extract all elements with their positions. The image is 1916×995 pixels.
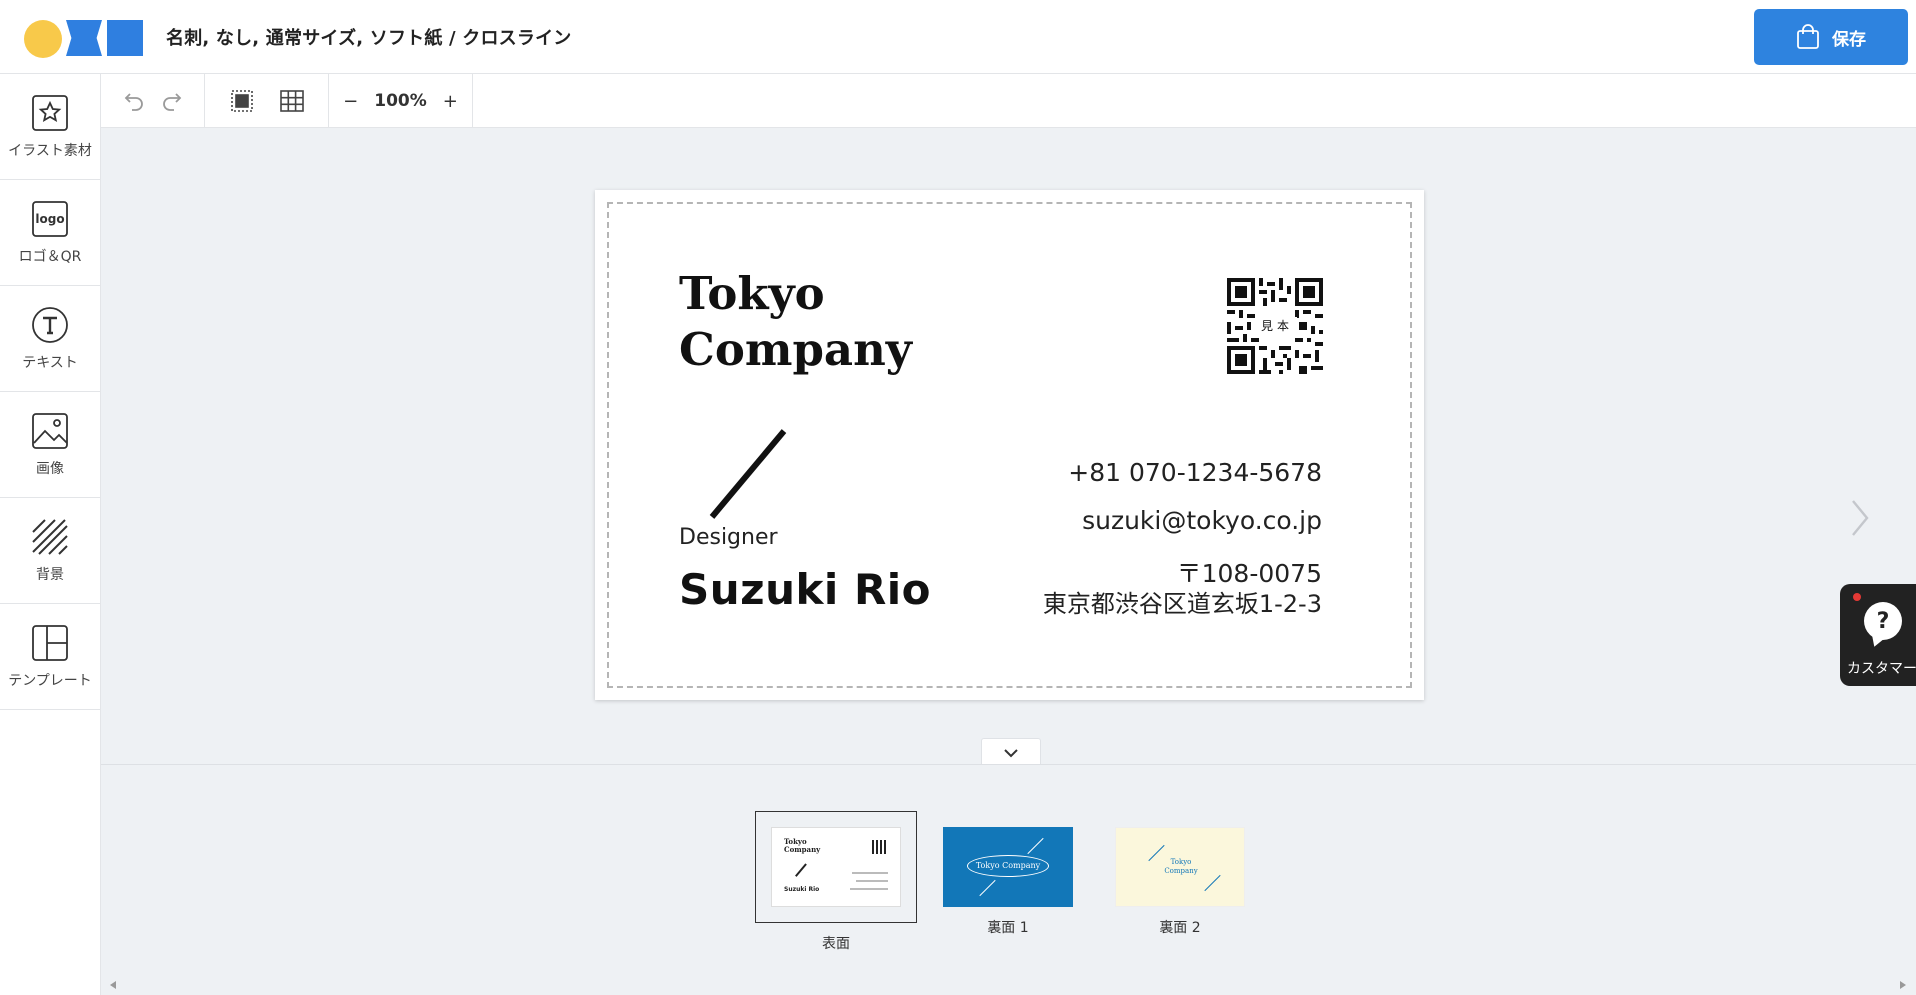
person-name[interactable]: Suzuki Rio [679, 565, 931, 614]
app-header: 名刺, なし, 通常サイズ, ソフト紙 / クロスライン 保存 [0, 0, 1916, 74]
text-icon [31, 306, 69, 344]
zoom-in-button[interactable]: + [443, 91, 458, 112]
editor-toolbar: − 100% + [101, 74, 1916, 128]
company-name-line1: Tokyo [679, 267, 825, 320]
email-address[interactable]: suzuki@tokyo.co.jp [1082, 506, 1322, 535]
logo-circle [24, 20, 62, 58]
undo-button[interactable] [122, 89, 146, 113]
page-thumbnail-panel: Tokyo Company Suzuki Rio 表面 Tokyo Company… [101, 764, 1916, 995]
sidebar-item-logo-qr[interactable]: logo ロゴ＆QR [0, 180, 100, 286]
thumb-line [852, 872, 888, 874]
customer-support-button[interactable]: ? カスタマー [1840, 584, 1916, 686]
next-page-chevron-icon[interactable] [1845, 493, 1875, 543]
page-thumbnail-back-2[interactable]: Tokyo Company 裏面 2 [1115, 827, 1245, 937]
scroll-left-arrow-icon[interactable] [110, 981, 116, 989]
shopping-bag-icon [1797, 24, 1819, 49]
business-card-front[interactable]: Tokyo Company Designer Suzuki Rio 見本 +81… [595, 190, 1424, 700]
grid-toggle-button[interactable] [279, 88, 305, 114]
collapse-panel-button[interactable] [981, 738, 1041, 766]
thumb-line [856, 880, 888, 882]
undo-icon [124, 93, 143, 111]
zoom-out-button[interactable]: − [343, 91, 358, 112]
company-name-line2: Company [679, 323, 912, 376]
thumb-qr [872, 840, 886, 854]
notification-dot [1853, 593, 1861, 601]
document-title: 名刺, なし, 通常サイズ, ソフト紙 / クロスライン [166, 28, 572, 49]
logo-bow-shape [66, 20, 102, 56]
zoom-group: − 100% + [329, 74, 473, 128]
zoom-level: 100% [374, 91, 427, 111]
hatched-background-icon [31, 518, 69, 556]
support-label: カスタマー [1847, 661, 1916, 677]
bleed-guide-button[interactable] [229, 88, 255, 114]
thumbnail-label: 裏面 1 [987, 920, 1029, 936]
job-title[interactable]: Designer [679, 525, 778, 550]
phone-number[interactable]: +81 070-1234-5678 [1068, 458, 1322, 487]
thumb-company: Tokyo Company [784, 837, 821, 854]
save-button[interactable]: 保存 [1754, 9, 1908, 65]
save-button-label: 保存 [1832, 29, 1866, 50]
template-icon [31, 624, 69, 662]
logo-icon: logo [31, 200, 69, 238]
sidebar-item-label: イラスト素材 [8, 142, 92, 159]
view-group [205, 74, 329, 128]
bleed-guide-icon [230, 90, 253, 112]
sidebar-item-label: 画像 [36, 460, 64, 477]
thumb-line [850, 888, 888, 890]
thumb-slash [1204, 874, 1221, 892]
sidebar-item-label: テキスト [22, 354, 78, 371]
thumbnail-label: 表面 [822, 936, 850, 952]
help-question-icon: ? [1864, 602, 1902, 640]
logo-square [107, 20, 143, 56]
grid-icon [279, 90, 304, 112]
thumbnail-front-preview: Tokyo Company Suzuki Rio [771, 827, 901, 907]
thumbnail-selected-frame[interactable]: Tokyo Company Suzuki Rio [755, 811, 917, 923]
company-name[interactable]: Tokyo Company [679, 266, 912, 378]
sidebar-item-text[interactable]: テキスト [0, 286, 100, 392]
sidebar-item-label: 背景 [36, 566, 64, 583]
redo-button[interactable] [160, 89, 184, 113]
app-logo[interactable] [24, 19, 144, 58]
thumbnail-label: 裏面 2 [1159, 920, 1201, 936]
thumb-name: Suzuki Rio [784, 886, 820, 893]
sidebar-item-image[interactable]: 画像 [0, 392, 100, 498]
street-address[interactable]: 東京都渋谷区道玄坂1-2-3 [1043, 584, 1322, 619]
page-thumbnail-back-1[interactable]: Tokyo Company 裏面 1 [943, 827, 1073, 937]
sidebar-item-illustration[interactable]: イラスト素材 [0, 74, 100, 180]
thumb-slash [795, 863, 807, 877]
svg-text:logo: logo [35, 212, 64, 226]
thumb-slash [1027, 837, 1044, 855]
scroll-right-arrow-icon[interactable] [1900, 981, 1906, 989]
history-group [101, 74, 205, 128]
chevron-down-icon [1004, 748, 1018, 757]
thumb-slash [979, 879, 996, 897]
star-image-icon [31, 94, 69, 132]
page-thumbnail-front[interactable]: Tokyo Company Suzuki Rio 表面 [755, 811, 917, 953]
sidebar-item-label: ロゴ＆QR [18, 248, 82, 265]
thumbnail-back2-preview[interactable]: Tokyo Company [1115, 827, 1245, 907]
image-icon [31, 412, 69, 450]
editor-canvas: Tokyo Company Designer Suzuki Rio 見本 +81… [101, 128, 1916, 766]
thumb-company: Tokyo Company [1164, 858, 1198, 875]
sidebar-item-label: テンプレート [8, 672, 92, 689]
thumb-company: Tokyo Company [975, 861, 1041, 870]
qr-sample-label: 見本 [1257, 317, 1298, 334]
left-sidebar: イラスト素材 logo ロゴ＆QR テキスト 画像 背景 テンプレート [0, 74, 101, 995]
sidebar-item-template[interactable]: テンプレート [0, 604, 100, 710]
sidebar-item-background[interactable]: 背景 [0, 498, 100, 604]
redo-icon [162, 93, 181, 111]
thumbnail-back1-preview[interactable]: Tokyo Company [943, 827, 1073, 907]
